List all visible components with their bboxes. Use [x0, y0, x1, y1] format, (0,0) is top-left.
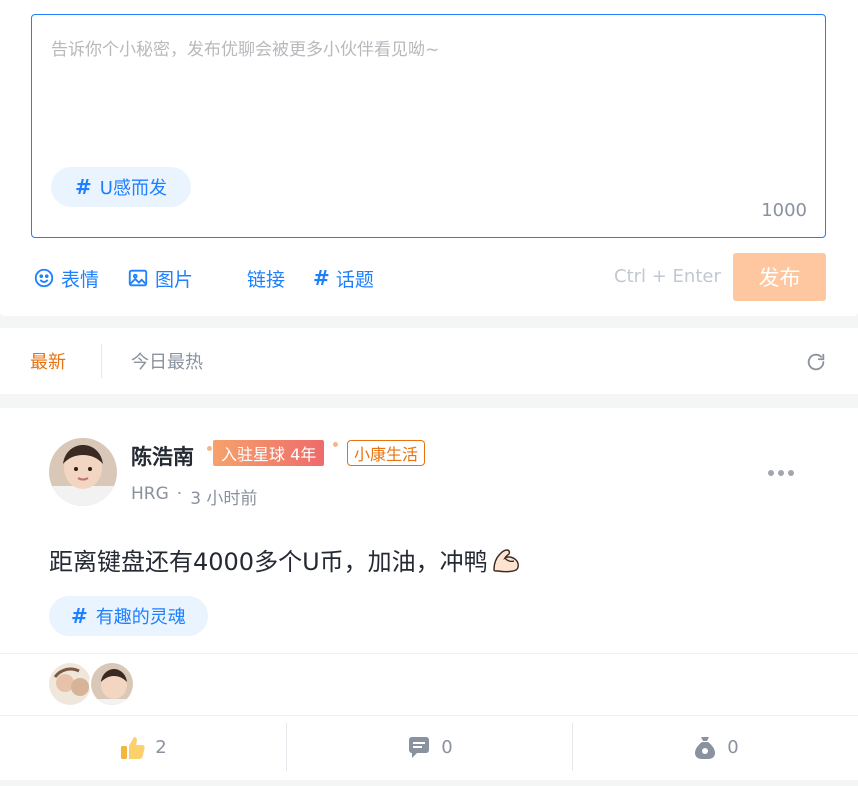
- composer-toolbar: 表情 图片 链接 # 话题: [33, 258, 402, 298]
- sparkle-decoration: [333, 442, 338, 447]
- author-name[interactable]: 陈浩南: [131, 441, 194, 471]
- post-card: 陈浩南 入驻星球 4年 小康生活 HRG · 3 小时前 距离键盘还有4000多…: [0, 408, 858, 780]
- topic-chip[interactable]: # U感而发: [51, 167, 191, 207]
- coin-count: 0: [727, 737, 739, 758]
- avatar[interactable]: [49, 438, 117, 506]
- hash-icon: #: [71, 604, 88, 628]
- feed-tabs: 最新 今日最热: [0, 328, 858, 394]
- topic-label: 话题: [335, 268, 374, 291]
- char-counter: 1000: [761, 200, 807, 221]
- post-actions: 2 0 0: [0, 715, 858, 780]
- image-label: 图片: [155, 268, 194, 291]
- like-count: 2: [155, 737, 167, 758]
- smiley-icon: [34, 268, 54, 288]
- thumbs-up-icon: [121, 736, 145, 759]
- liker-avatar: [47, 661, 93, 707]
- liker-avatar: [89, 661, 135, 707]
- post-topic-chip[interactable]: # 有趣的灵魂: [49, 596, 208, 636]
- refresh-icon[interactable]: [805, 351, 827, 373]
- member-years-badge: 入驻星球 4年: [213, 440, 325, 466]
- flexed-biceps-icon: [492, 548, 519, 572]
- emoji-label: 表情: [61, 268, 100, 291]
- topic-chip-label: U感而发: [99, 178, 167, 199]
- like-button[interactable]: 2: [0, 715, 286, 780]
- avatar-photo: [49, 438, 117, 506]
- topic-button[interactable]: # 话题: [313, 265, 374, 292]
- more-dot: [768, 470, 774, 476]
- more-dot: [788, 470, 794, 476]
- publish-shortcut-hint: Ctrl + Enter: [614, 266, 721, 287]
- liker-avatars[interactable]: [47, 661, 135, 707]
- post-topic-label: 有趣的灵魂: [95, 607, 186, 628]
- comment-icon: [409, 736, 430, 758]
- tab-latest[interactable]: 最新: [30, 348, 66, 374]
- money-bag-icon: [695, 736, 716, 759]
- publish-button[interactable]: 发布: [733, 253, 826, 301]
- tab-today-hot[interactable]: 今日最热: [131, 348, 203, 374]
- tab-divider: [101, 344, 102, 378]
- image-icon: [128, 269, 148, 287]
- link-label: 链接: [247, 268, 286, 291]
- post-content: 距离键盘还有4000多个U币，加油，冲鸭: [49, 542, 522, 577]
- post-text: 距离键盘还有4000多个U币，加油，冲鸭: [49, 548, 488, 576]
- comment-button[interactable]: 0: [286, 715, 572, 780]
- emoji-button[interactable]: 表情: [33, 265, 99, 292]
- post-composer: 告诉你个小秘密，发布优聊会被更多小伙伴看见呦~ # U感而发 1000 表情 图…: [0, 0, 858, 316]
- post-meta: HRG · 3 小时前: [131, 484, 257, 509]
- circle-tag-badge[interactable]: 小康生活: [347, 440, 426, 466]
- comment-count: 0: [441, 737, 453, 758]
- sparkle-decoration: [207, 446, 212, 451]
- post-textarea[interactable]: 告诉你个小秘密，发布优聊会被更多小伙伴看见呦~ # U感而发 1000: [31, 14, 826, 238]
- more-options-button[interactable]: [768, 470, 794, 476]
- meta-separator: ·: [176, 484, 183, 504]
- image-button[interactable]: 图片: [127, 265, 193, 292]
- post-textarea-placeholder: 告诉你个小秘密，发布优聊会被更多小伙伴看见呦~: [51, 40, 440, 60]
- link-button[interactable]: 链接: [247, 265, 285, 292]
- hash-icon: #: [75, 175, 92, 199]
- coin-reward-button[interactable]: 0: [572, 715, 858, 780]
- more-dot: [778, 470, 784, 476]
- divider: [0, 653, 858, 654]
- author-company: HRG: [131, 484, 169, 504]
- post-time: 3 小时前: [190, 489, 258, 509]
- hash-icon: #: [313, 266, 330, 290]
